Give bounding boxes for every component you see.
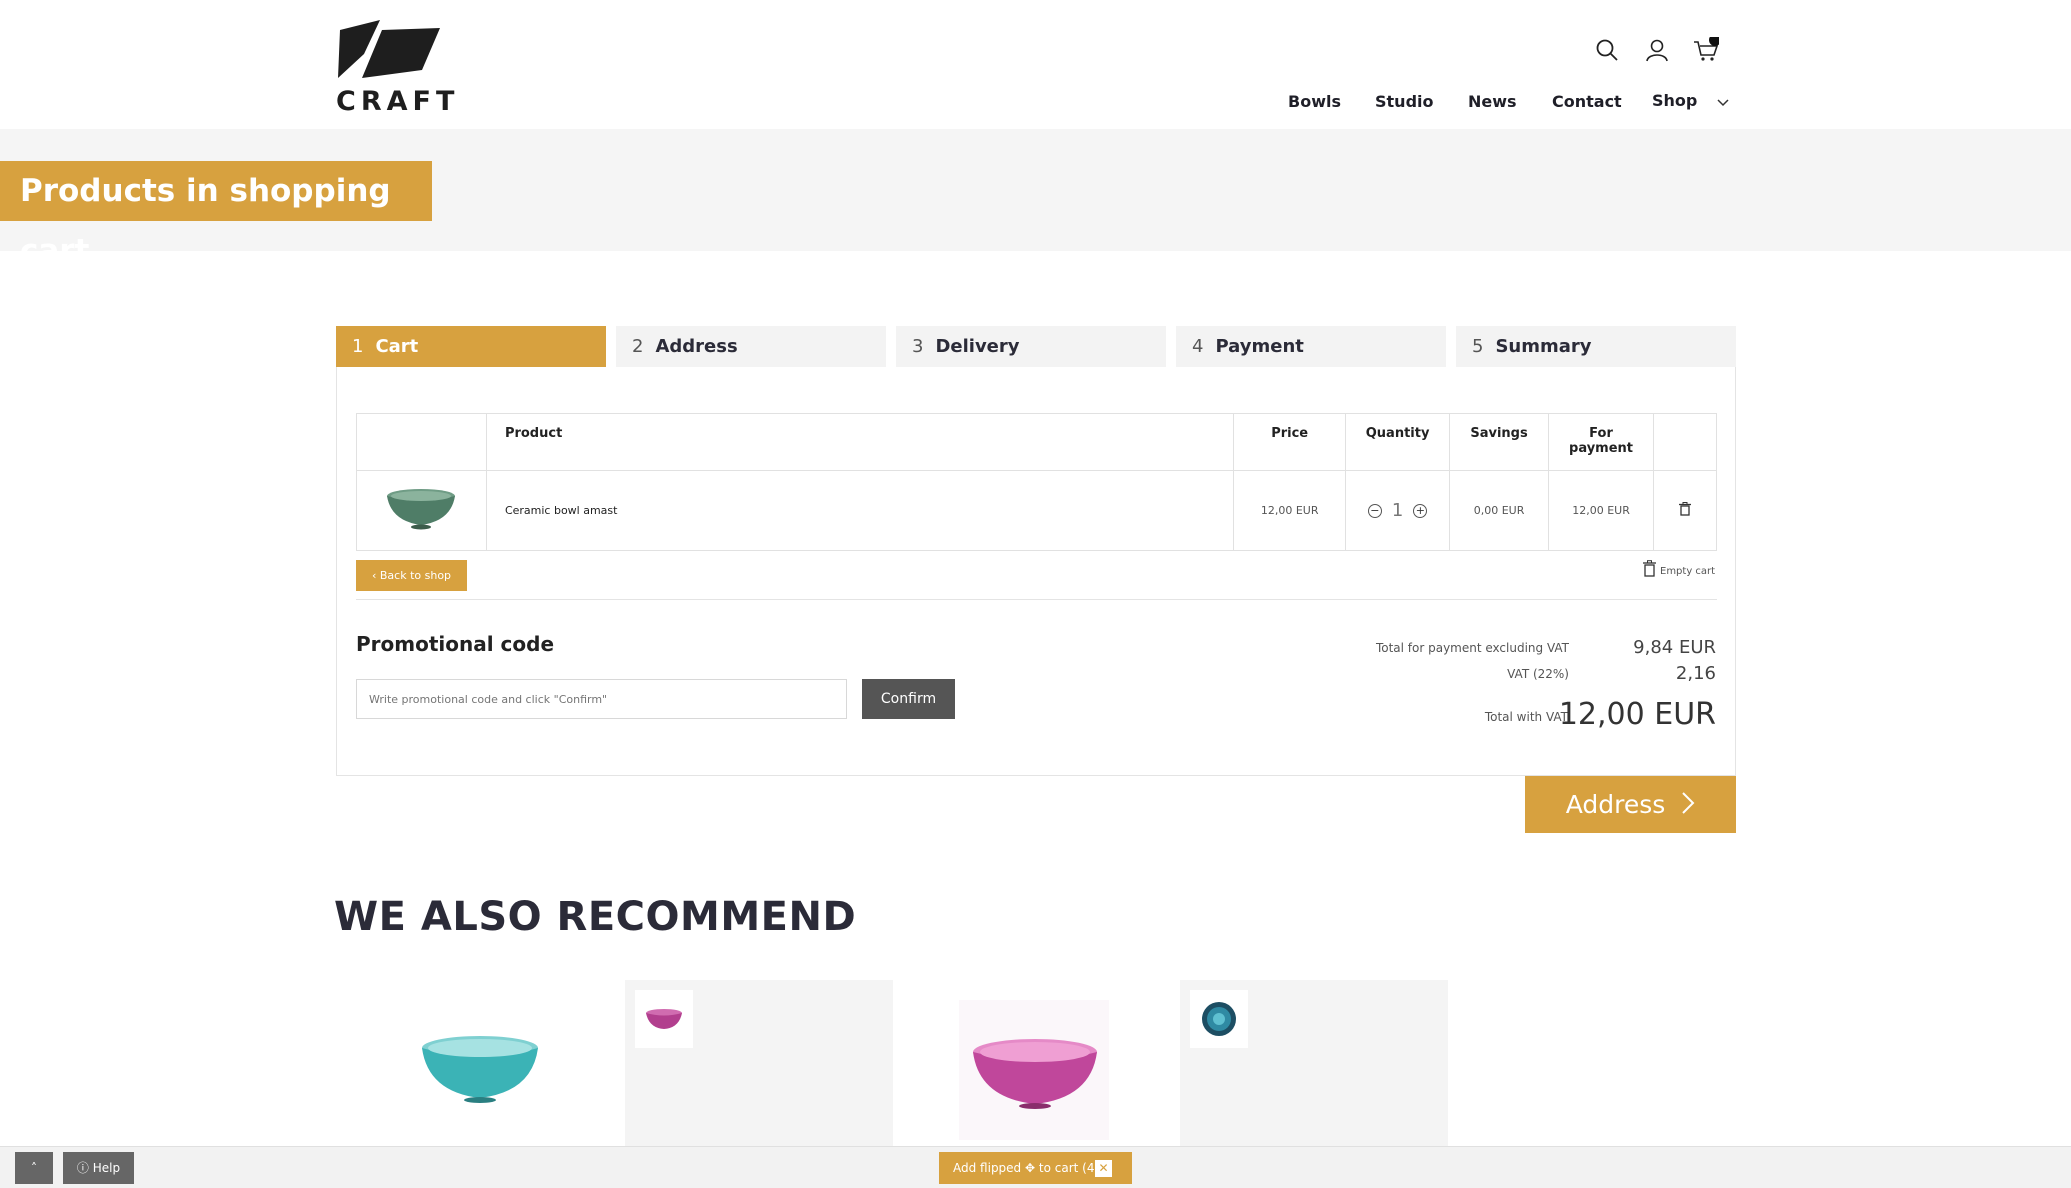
- turquoise-bowl-image: [422, 1036, 538, 1103]
- total-with-vat-value: 12,00 EUR: [1558, 697, 1716, 732]
- craft-logo[interactable]: CRAFT: [336, 20, 454, 117]
- promo-code-input[interactable]: [356, 679, 847, 719]
- recommend-card[interactable]: [899, 980, 1167, 1148]
- trash-icon: [1679, 502, 1691, 516]
- recommend-card[interactable]: [1180, 980, 1448, 1148]
- recommend-card[interactable]: [344, 980, 612, 1148]
- next-address-button[interactable]: Address: [1525, 776, 1736, 833]
- product-image[interactable]: [356, 470, 487, 551]
- step-summary[interactable]: 5 Summary: [1456, 326, 1736, 367]
- next-address-label: Address: [1565, 790, 1666, 819]
- page: CRAFT Bowls Studio News Contact Shop Pro…: [0, 0, 2071, 1188]
- search-icon[interactable]: [1591, 34, 1623, 66]
- pink-bowl-image: [959, 1000, 1109, 1140]
- total-excl-vat-value: 9,84 EUR: [1633, 637, 1716, 658]
- help-label: Help: [92, 1161, 121, 1175]
- cart-table: Product Price Quantity Savings For payme…: [356, 413, 1717, 551]
- nav-bowls[interactable]: Bowls: [1288, 92, 1341, 111]
- step-label: Summary: [1495, 336, 1592, 357]
- price-header: Price: [1233, 413, 1347, 471]
- step-label: Payment: [1215, 336, 1304, 357]
- confirm-button[interactable]: Confirm: [862, 679, 955, 719]
- plus-icon[interactable]: +: [1413, 503, 1428, 518]
- step-label: Cart: [375, 336, 419, 357]
- step-number: 1: [352, 336, 364, 357]
- quantity-stepper: − 1 +: [1345, 470, 1451, 551]
- total-with-vat-label: Total with VAT: [1484, 710, 1568, 724]
- vat-label: VAT (22%): [1507, 667, 1569, 681]
- nav-studio[interactable]: Studio: [1375, 92, 1434, 111]
- info-icon: ⓘ: [76, 1161, 89, 1175]
- product-price: 12,00 EUR: [1233, 470, 1347, 551]
- logo-mark-icon: [338, 20, 440, 78]
- step-cart[interactable]: 1 Cart: [336, 326, 606, 367]
- product-thumbnail[interactable]: [1190, 990, 1248, 1048]
- toast-post-label: to cart (4): [1038, 1161, 1100, 1175]
- nav-shop[interactable]: Shop: [1652, 91, 1729, 111]
- savings-header: Savings: [1449, 413, 1550, 471]
- back-to-shop-label: Back to shop: [379, 569, 452, 582]
- total-excl-vat-label: Total for payment excluding VAT: [1375, 641, 1569, 655]
- add-to-cart-toast[interactable]: Add flipped ✥ to cart (4) ✕: [939, 1152, 1132, 1184]
- green-bowl-image: [387, 489, 456, 530]
- quantity-header: Quantity: [1345, 413, 1451, 471]
- help-button[interactable]: ⓘ Help: [63, 1152, 134, 1184]
- back-to-shop-button[interactable]: ‹ Back to shop: [356, 560, 467, 591]
- blue-plate-icon: [1202, 1002, 1236, 1036]
- brand-name: CRAFT: [336, 86, 460, 117]
- chevron-up-icon: ˄: [31, 1161, 37, 1175]
- user-icon[interactable]: [1641, 34, 1673, 66]
- vat-value: 2,16: [1675, 663, 1716, 684]
- page-title: Products in shopping cart: [0, 161, 432, 269]
- remove-header: [1653, 413, 1717, 471]
- for-payment-header: For payment: [1548, 413, 1655, 471]
- product-for-payment: 12,00 EUR: [1548, 470, 1655, 551]
- product-thumbnail[interactable]: [635, 990, 693, 1048]
- step-number: 2: [632, 336, 644, 357]
- toast-pre-label: Add flipped: [953, 1161, 1022, 1175]
- promo-title: Promotional code: [356, 632, 555, 656]
- image-header: [356, 413, 487, 471]
- recommend-card[interactable]: [625, 980, 893, 1148]
- quantity-value[interactable]: 1: [1392, 500, 1403, 521]
- remove-item-button[interactable]: [1653, 470, 1717, 551]
- move-icon: ✥: [1025, 1161, 1036, 1175]
- pink-bowl-icon: [646, 1009, 682, 1029]
- nav-contact[interactable]: Contact: [1552, 92, 1622, 111]
- step-label: Delivery: [935, 336, 1020, 357]
- scroll-top-button[interactable]: ˄: [15, 1152, 53, 1184]
- nav-shop-label: Shop: [1652, 91, 1698, 110]
- product-name[interactable]: Ceramic bowl amast: [485, 470, 1235, 551]
- table-row: Ceramic bowl amast 12,00 EUR − 1 + 0,00 …: [356, 470, 1717, 551]
- product-savings: 0,00 EUR: [1449, 470, 1550, 551]
- empty-cart-button[interactable]: Empty cart: [1643, 560, 1715, 577]
- chevron-down-icon: [1717, 92, 1729, 111]
- cart-icon[interactable]: [1690, 34, 1722, 66]
- step-number: 5: [1472, 336, 1484, 357]
- product-header: Product: [485, 413, 1235, 471]
- chevron-left-icon: ‹: [371, 569, 377, 582]
- step-label: Address: [655, 336, 738, 357]
- step-address[interactable]: 2 Address: [616, 326, 886, 367]
- minus-icon[interactable]: −: [1367, 503, 1382, 518]
- empty-cart-label: Empty cart: [1660, 566, 1716, 577]
- step-payment[interactable]: 4 Payment: [1176, 326, 1446, 367]
- step-number: 4: [1192, 336, 1204, 357]
- chevron-right-icon: [1681, 778, 1695, 835]
- divider: [356, 599, 1717, 600]
- trash-icon: [1643, 560, 1656, 577]
- step-number: 3: [912, 336, 924, 357]
- recommend-title: WE ALSO RECOMMEND: [334, 894, 857, 940]
- step-delivery[interactable]: 3 Delivery: [896, 326, 1166, 367]
- nav-news[interactable]: News: [1468, 92, 1517, 111]
- close-icon[interactable]: ✕: [1095, 1160, 1112, 1177]
